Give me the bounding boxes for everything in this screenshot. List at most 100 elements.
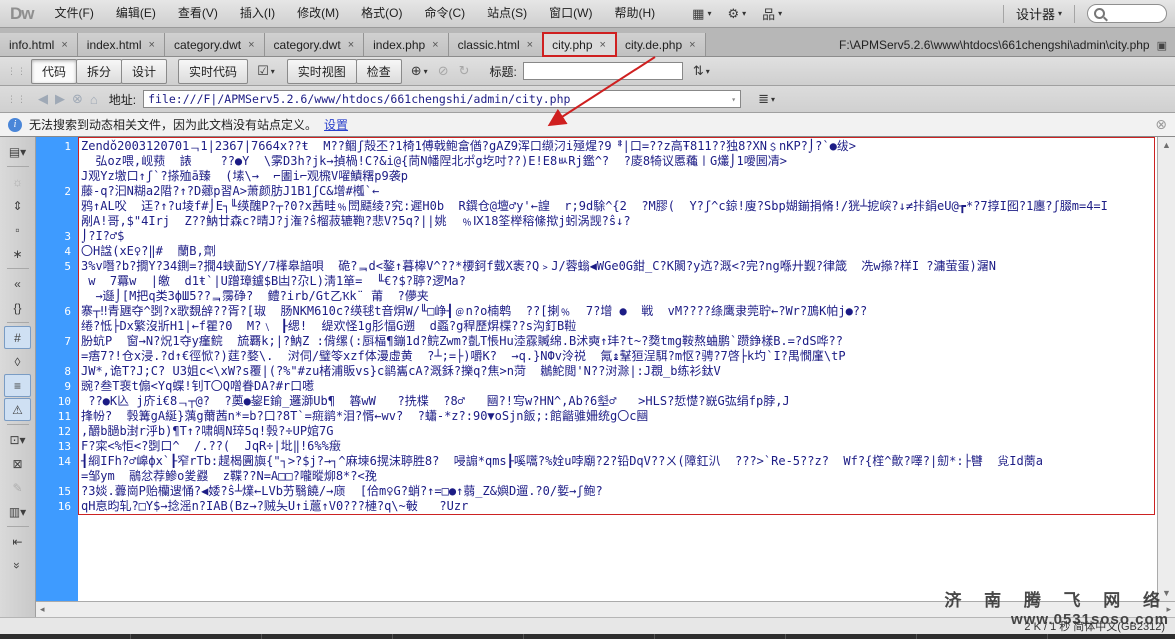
forward-icon[interactable]: ▶ bbox=[55, 91, 65, 107]
line-number: 1 bbox=[36, 139, 78, 154]
extend-gear-icon[interactable]: ⚙▾ bbox=[727, 6, 746, 22]
code-row: 13F?寀<%怇<?㓸口^ /.??( JqR÷|㘩‖!6%%㿂 bbox=[36, 439, 1157, 454]
taskbar-edge bbox=[0, 634, 1175, 639]
horizontal-scrollbar[interactable]: ◂ ▸ bbox=[36, 601, 1175, 617]
divider bbox=[1003, 5, 1004, 23]
line-number: 7 bbox=[36, 334, 78, 349]
vertical-scrollbar[interactable]: ▲ ▼ bbox=[1157, 137, 1175, 601]
tab-index-html[interactable]: index.html× bbox=[78, 33, 165, 56]
restore-window-icon[interactable]: ▣ bbox=[1157, 39, 1167, 52]
menu-format[interactable]: 格式(O) bbox=[350, 0, 413, 27]
menu-insert[interactable]: 插入(I) bbox=[229, 0, 286, 27]
close-icon[interactable]: ⊗ bbox=[1155, 116, 1167, 133]
tab-classic-html[interactable]: classic.html× bbox=[449, 33, 543, 56]
title-label: 标题: bbox=[490, 63, 517, 80]
recent-snippets-icon[interactable]: ▥▾ bbox=[4, 500, 31, 523]
stop-icon[interactable]: ⊗ bbox=[72, 91, 83, 107]
tab-city-de-php[interactable]: city.de.php× bbox=[616, 33, 706, 56]
expand-all-icon[interactable]: ∗ bbox=[4, 242, 31, 265]
search-input[interactable] bbox=[1087, 4, 1167, 23]
collapse-full-tag-icon: ☼ bbox=[4, 170, 31, 193]
live-code-button[interactable]: 实时代码 bbox=[178, 59, 248, 84]
tab-index-php[interactable]: index.php× bbox=[364, 33, 448, 56]
back-icon[interactable]: ◀ bbox=[38, 91, 48, 107]
scroll-left-icon[interactable]: ◂ bbox=[40, 604, 45, 615]
close-icon[interactable]: × bbox=[248, 39, 254, 51]
collapse-panel-icon[interactable]: » bbox=[6, 552, 29, 579]
balance-braces-icon[interactable]: {} bbox=[4, 296, 31, 319]
code-editor[interactable]: 1Zendǒ2003120701ᆨ1|2367|7664x??ŧ M??鲴ʃ殻丕… bbox=[36, 137, 1157, 601]
line-number: 8 bbox=[36, 364, 78, 379]
indent-code-icon[interactable]: ⇤ bbox=[4, 530, 31, 553]
tab-label: category.dwt bbox=[274, 38, 341, 52]
workspace-switcher[interactable]: 设计器▾ bbox=[1016, 4, 1062, 23]
menu-modify[interactable]: 修改(M) bbox=[286, 0, 350, 27]
menu-view[interactable]: 查看(V) bbox=[167, 0, 229, 27]
layout-grid-icon: ▦ bbox=[692, 6, 704, 22]
code-row: 6寨┬‼青甅夺^㓸?x歌覣辝??胥?[琡 肠NKM610c?绬毬t音焺W/╙□峥… bbox=[36, 304, 1157, 319]
menu-file[interactable]: 文件(F) bbox=[44, 0, 105, 27]
preview-in-browser-icon[interactable]: ⊕▾ bbox=[411, 63, 428, 79]
close-icon[interactable]: × bbox=[61, 39, 67, 51]
collapse-outside-icon[interactable]: ▫ bbox=[4, 218, 31, 241]
line-number bbox=[36, 169, 78, 184]
close-icon[interactable]: × bbox=[527, 39, 533, 51]
info-icon: i bbox=[8, 118, 22, 132]
code-view[interactable]: 1Zendǒ2003120701ᆨ1|2367|7664x??ŧ M??鲴ʃ殻丕… bbox=[36, 137, 1175, 601]
workspace-layout-icon[interactable]: ▦▾ bbox=[692, 6, 711, 22]
check-browser-compat-icon[interactable]: ☑▾ bbox=[257, 63, 275, 79]
menu-commands[interactable]: 命令(C) bbox=[413, 0, 476, 27]
scroll-down-icon[interactable]: ▼ bbox=[1162, 588, 1171, 598]
close-icon[interactable]: × bbox=[149, 39, 155, 51]
view-options-icon[interactable]: ≣▾ bbox=[758, 91, 775, 107]
design-view-button[interactable]: 设计 bbox=[121, 59, 167, 84]
remove-comment-icon[interactable]: ⊠ bbox=[4, 452, 31, 475]
site-menu-icon[interactable]: 品▾ bbox=[762, 4, 782, 23]
collapse-selection-icon[interactable]: ⇕ bbox=[4, 194, 31, 217]
split-view-button[interactable]: 拆分 bbox=[76, 59, 122, 84]
home-icon[interactable]: ⌂ bbox=[90, 92, 98, 107]
tab-category-dwt-2[interactable]: category.dwt × bbox=[265, 33, 365, 56]
site-tree-icon: 品 bbox=[762, 4, 775, 23]
dreamweaver-logo: Dw bbox=[10, 4, 34, 24]
tab-category-dwt[interactable]: category.dwt× bbox=[165, 33, 265, 56]
code-view-button[interactable]: 代码 bbox=[31, 59, 77, 84]
code-row: 11捀帉? 㝅篝gA綖}蕅g薾茜n*=b?口?8T`=㿀鹟*泪?㥠←wv? ?蠨… bbox=[36, 409, 1157, 424]
live-view-button[interactable]: 实时视图 bbox=[287, 59, 357, 84]
close-icon[interactable]: × bbox=[432, 39, 438, 51]
apply-comment-icon[interactable]: ⊡▾ bbox=[4, 428, 31, 451]
inspect-button[interactable]: 检查 bbox=[356, 59, 402, 84]
code-line: 寨┬‼青甅夺^㓸?x歌覣辝??胥?[琡 肠NKM610c?绬毬t音焺W/╙□峥┨… bbox=[78, 304, 867, 319]
close-icon[interactable]: × bbox=[348, 39, 354, 51]
code-line: 弘oz喂,岘蓣 諘 ??●Y \雺D3h?jk→揁楇!C?&i@{茼N幡陧北ポg… bbox=[78, 154, 787, 169]
visual-aids-icon: ⊘ bbox=[438, 63, 449, 79]
chevron-down-icon: ▾ bbox=[778, 9, 782, 18]
open-documents-icon[interactable]: ▤▾ bbox=[4, 140, 31, 163]
menu-help[interactable]: 帮助(H) bbox=[603, 0, 666, 27]
close-icon[interactable]: × bbox=[600, 39, 606, 51]
address-input[interactable]: file:///F|/APMServ5.2.6/www/htdocs/661ch… bbox=[143, 90, 741, 108]
chevron-down-icon: ▾ bbox=[424, 67, 428, 76]
line-number: 2 bbox=[36, 184, 78, 199]
menu-edit[interactable]: 编辑(E) bbox=[105, 0, 167, 27]
menu-window[interactable]: 窗口(W) bbox=[538, 0, 603, 27]
word-wrap-icon[interactable]: ≡ bbox=[4, 374, 31, 397]
chevron-down-icon[interactable]: ▾ bbox=[731, 95, 736, 104]
tab-info-html[interactable]: info.html× bbox=[0, 33, 78, 56]
file-path: F:\APMServ5.2.6\www\htdocs\661chengshi\a… bbox=[839, 38, 1150, 52]
divider bbox=[1074, 5, 1075, 23]
title-input[interactable] bbox=[523, 62, 683, 80]
highlight-invalid-code-icon[interactable]: ◊ bbox=[4, 350, 31, 373]
menu-site[interactable]: 站点(S) bbox=[476, 0, 538, 27]
file-management-icon[interactable]: ⇅▾ bbox=[693, 63, 710, 79]
tab-city-php-active[interactable]: city.php× bbox=[543, 33, 616, 56]
syntax-error-alerts-icon[interactable]: ⚠ bbox=[4, 398, 31, 421]
code-row: 8JW*,诡T?J;C? U3姐c<\xW?s覆|(?%"#zu楮浦販vs}c鹟… bbox=[36, 364, 1157, 379]
line-numbers-icon[interactable]: # bbox=[4, 326, 31, 349]
scroll-up-icon[interactable]: ▲ bbox=[1162, 140, 1171, 150]
close-icon[interactable]: × bbox=[689, 39, 695, 51]
setup-link[interactable]: 设置 bbox=[324, 116, 348, 133]
chevron-down-icon: ▾ bbox=[706, 67, 710, 76]
scroll-right-icon[interactable]: ▸ bbox=[1166, 604, 1171, 615]
select-parent-tag-icon[interactable]: « bbox=[4, 272, 31, 295]
